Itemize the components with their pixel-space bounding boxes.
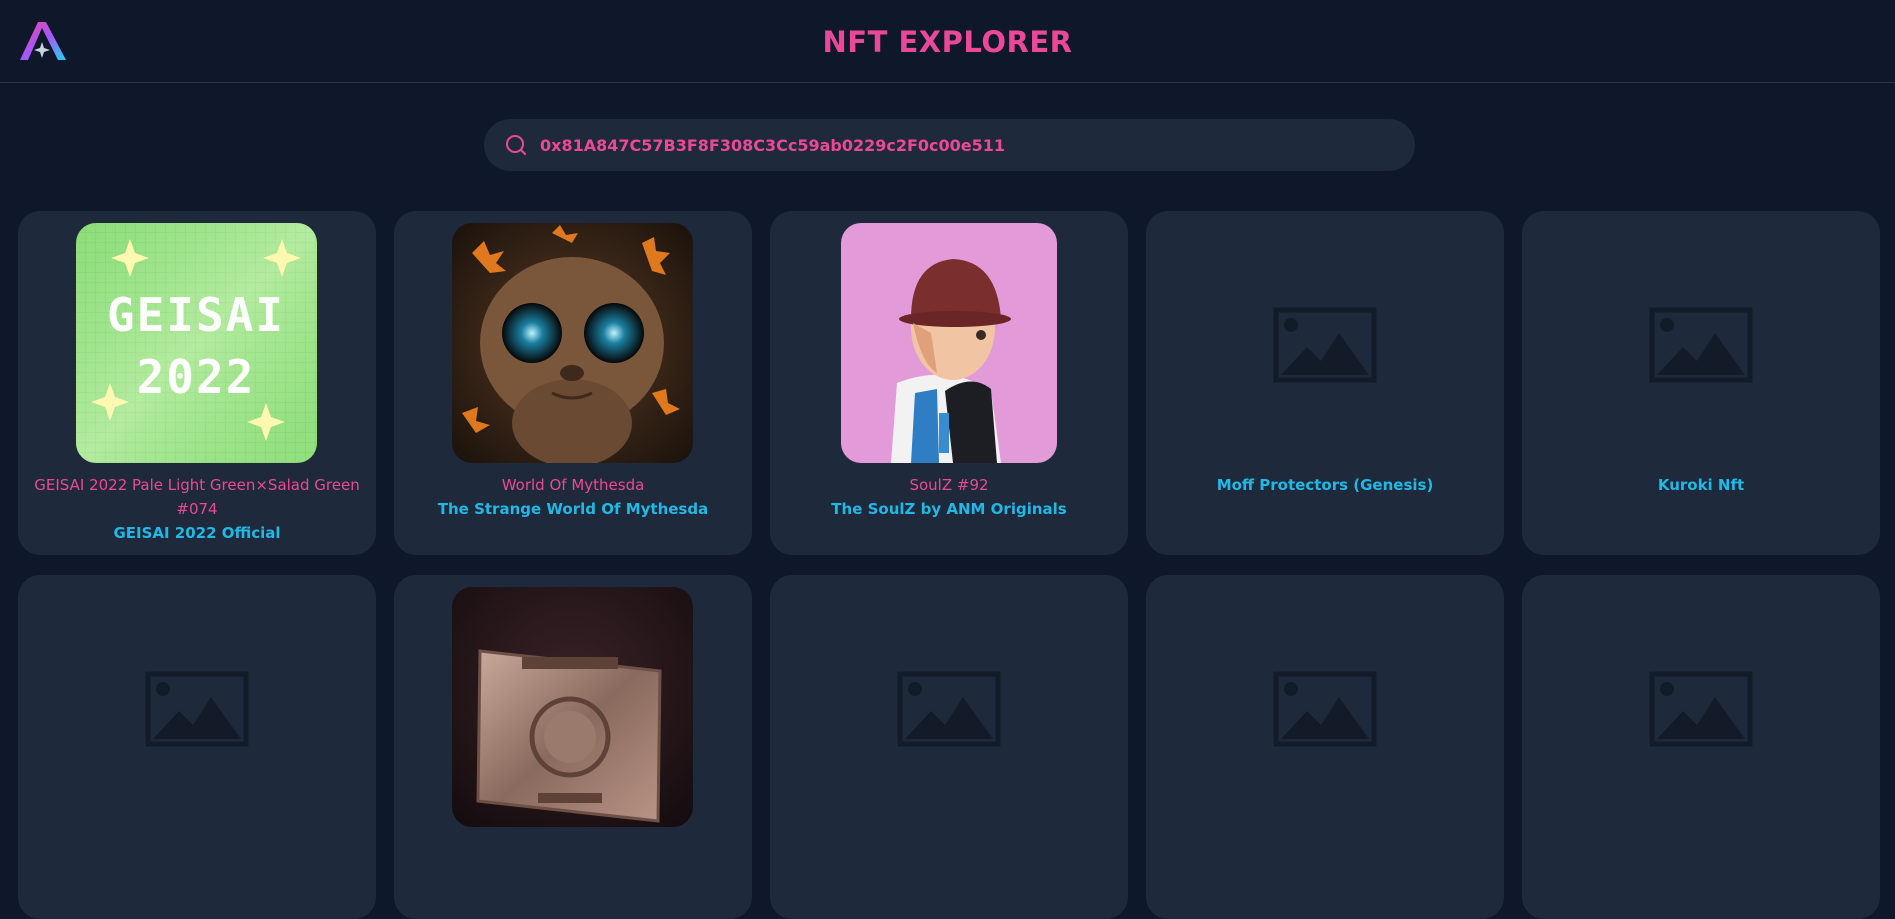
- nft-card[interactable]: Moff Protectors (Genesis): [1146, 211, 1504, 555]
- nft-name: GEISAI 2022 Pale Light Green×Salad Green…: [28, 473, 366, 545]
- nft-card[interactable]: GEISAI 2022 GEISAI 2022 Pale Light Green…: [18, 211, 376, 555]
- nft-collection: The Strange World Of Mythesda: [437, 500, 709, 518]
- nft-image[interactable]: [452, 587, 693, 827]
- image-placeholder-icon: [145, 671, 249, 747]
- nft-card[interactable]: Kuroki Nft: [1522, 211, 1880, 555]
- nft-grid: GEISAI 2022 GEISAI 2022 Pale Light Green…: [18, 211, 1880, 919]
- nft-card[interactable]: [394, 575, 752, 919]
- nft-name: SoulZ #92 The SoulZ by ANM Originals: [780, 473, 1118, 521]
- svg-text:2022: 2022: [137, 350, 256, 404]
- image-placeholder-icon: [1273, 671, 1377, 747]
- nft-card[interactable]: [1146, 575, 1504, 919]
- nft-card[interactable]: [770, 575, 1128, 919]
- nft-image[interactable]: [841, 223, 1057, 463]
- search-icon: [506, 135, 526, 155]
- svg-text:GEISAI: GEISAI: [107, 288, 285, 342]
- nft-card[interactable]: [18, 575, 376, 919]
- nft-collection: The SoulZ by ANM Originals: [831, 500, 1067, 518]
- nft-image[interactable]: [452, 223, 693, 463]
- nft-card[interactable]: [1522, 575, 1880, 919]
- page-title: NFT EXPLORER: [822, 24, 1073, 59]
- image-placeholder-icon: [1649, 307, 1753, 383]
- nft-collection: GEISAI 2022 Official: [113, 524, 281, 542]
- app-header: NFT EXPLORER: [0, 0, 1895, 83]
- search-bar[interactable]: [484, 119, 1415, 171]
- image-placeholder-icon: [897, 671, 1001, 747]
- nft-collection: Kuroki Nft: [1657, 476, 1745, 494]
- nft-name: World Of Mythesda The Strange World Of M…: [404, 473, 742, 521]
- image-placeholder-icon: [1649, 671, 1753, 747]
- search-input[interactable]: [540, 135, 1400, 155]
- nft-card[interactable]: SoulZ #92 The SoulZ by ANM Originals: [770, 211, 1128, 555]
- nft-card[interactable]: World Of Mythesda The Strange World Of M…: [394, 211, 752, 555]
- nft-image[interactable]: GEISAI 2022: [76, 223, 317, 463]
- nft-collection: Moff Protectors (Genesis): [1216, 476, 1434, 494]
- image-placeholder-icon: [1273, 307, 1377, 383]
